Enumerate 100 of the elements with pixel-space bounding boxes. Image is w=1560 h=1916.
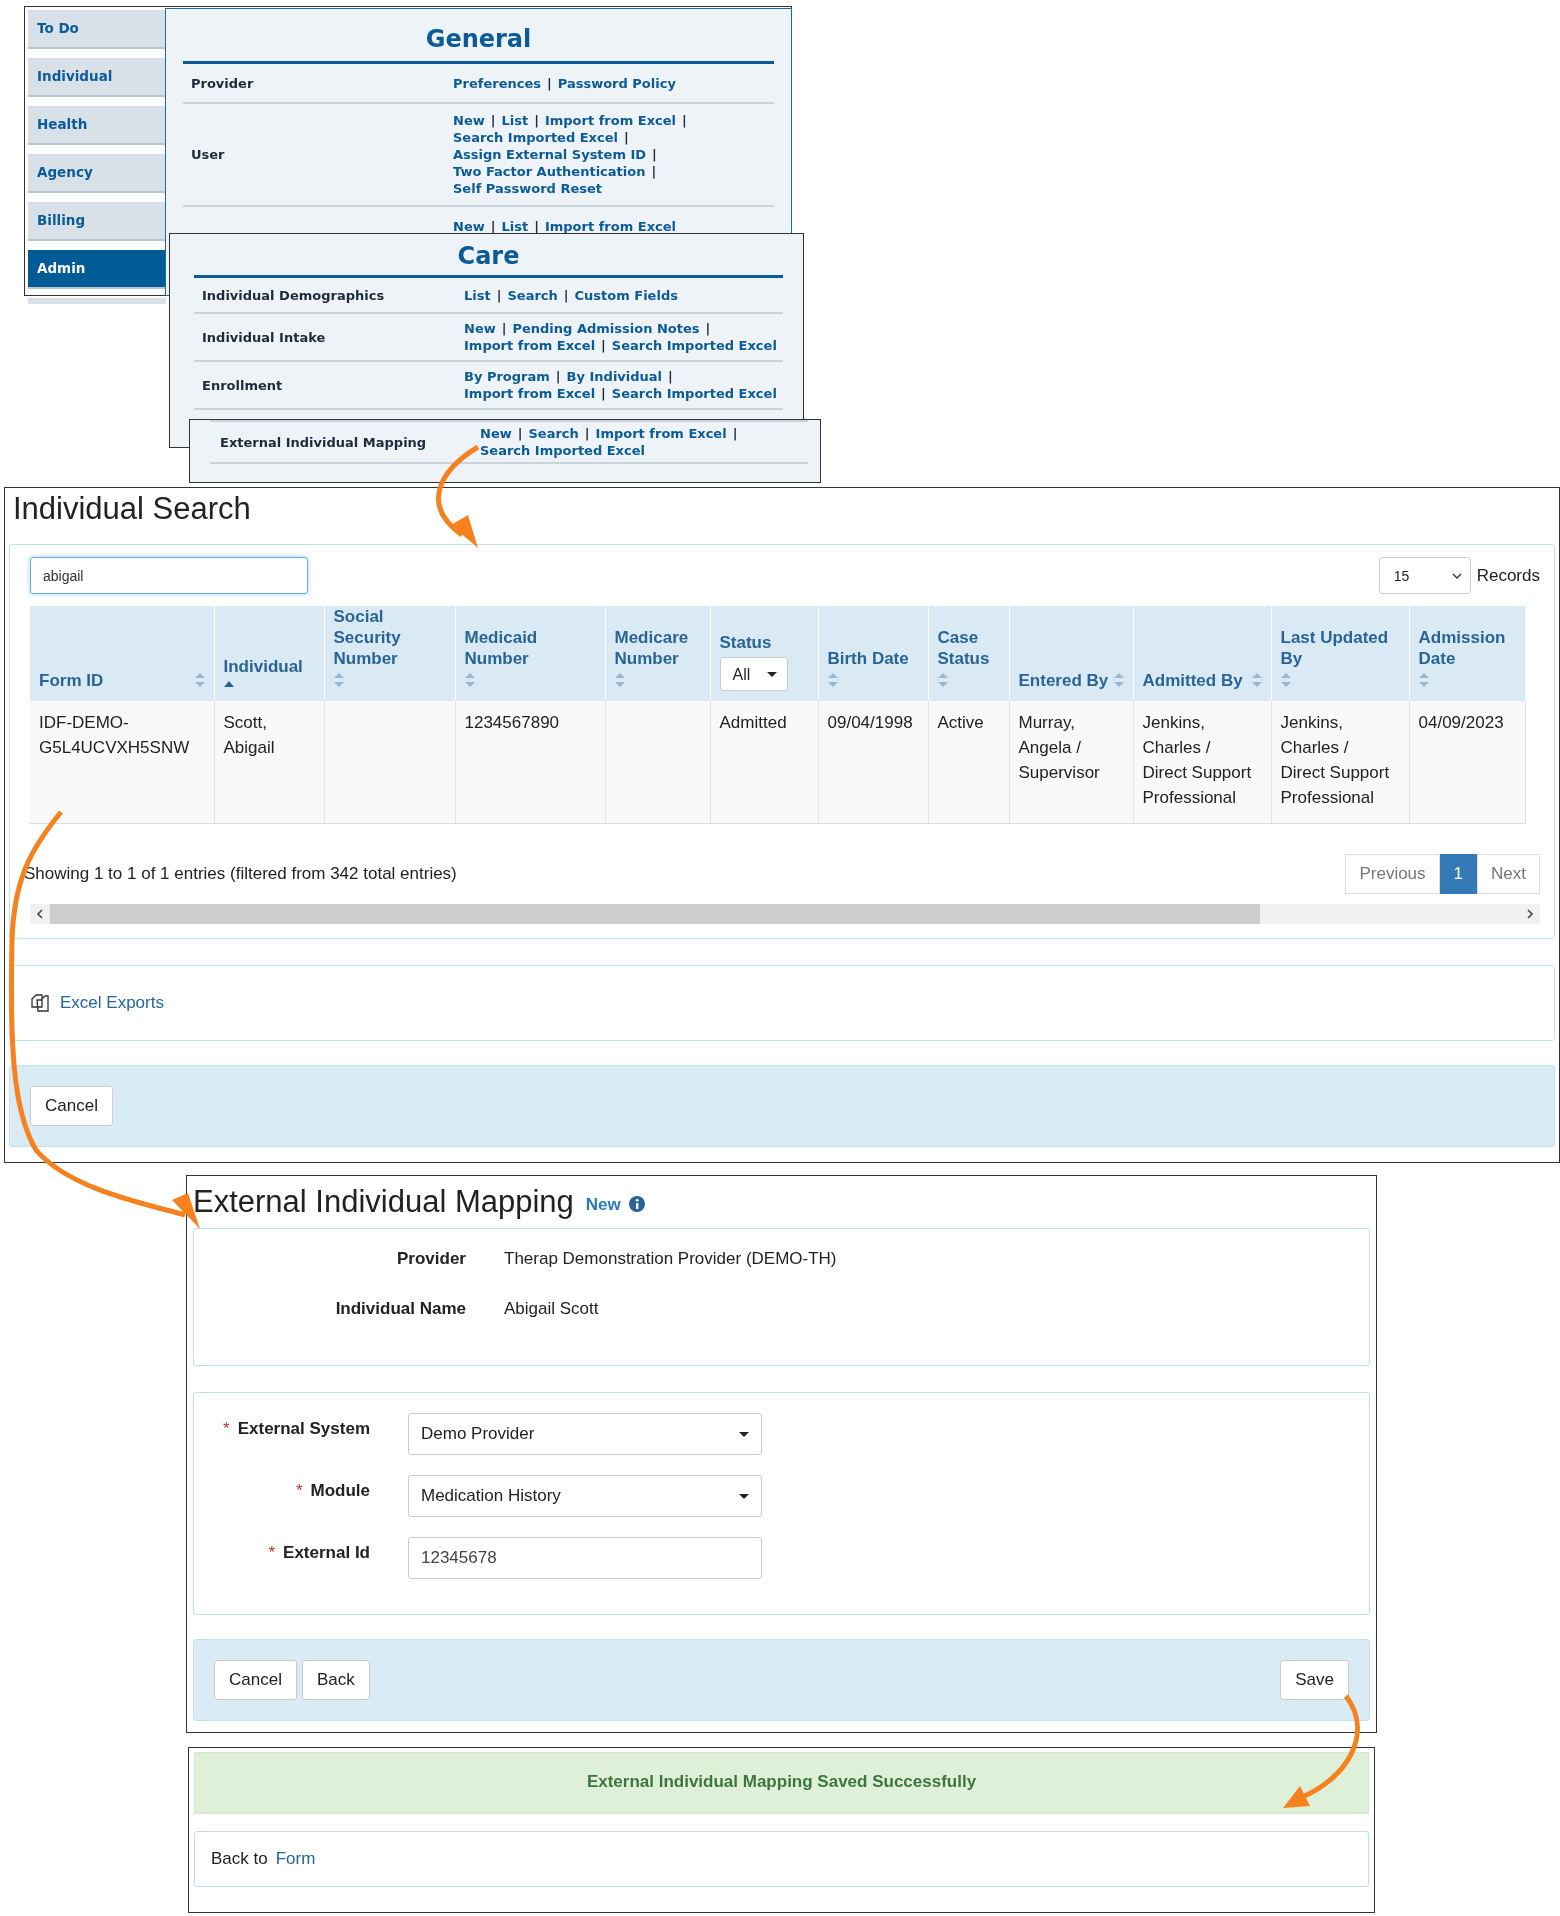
menu-link[interactable]: Search xyxy=(507,287,558,303)
separator: | xyxy=(501,321,507,336)
required-mark: * xyxy=(223,1419,230,1438)
menu-link[interactable]: Password Policy xyxy=(557,75,676,91)
column-header[interactable]: Medicaid Number xyxy=(455,606,605,701)
menu-link[interactable]: Search Imported Excel xyxy=(611,338,777,353)
sort-icon xyxy=(1113,673,1124,687)
menu-link[interactable]: Search Imported Excel xyxy=(480,443,645,458)
menu-link[interactable]: Search Imported Excel xyxy=(453,130,618,145)
nav-tab[interactable]: Billing xyxy=(28,202,166,241)
menu-link[interactable]: List xyxy=(501,218,529,234)
search-field[interactable]: abigail xyxy=(30,557,308,594)
form-button[interactable]: Cancel xyxy=(214,1660,297,1700)
field-label: Module xyxy=(310,1481,370,1500)
menu-link[interactable]: Import from Excel xyxy=(595,426,727,441)
page-size-select[interactable]: 15 xyxy=(1378,557,1471,594)
nav-tab[interactable]: Individual xyxy=(28,58,166,97)
menu-label: External Individual Mapping xyxy=(220,434,427,450)
page-button[interactable]: 1 xyxy=(1439,853,1478,894)
sort-icon xyxy=(333,673,344,687)
panel-title: General xyxy=(183,9,774,64)
column-header[interactable]: Entered By xyxy=(1009,606,1133,701)
separator: | xyxy=(682,113,687,128)
nav-tab[interactable]: Admin xyxy=(28,250,166,289)
form-button[interactable]: Back xyxy=(301,1660,370,1700)
column-header[interactable]: Birth Date xyxy=(818,606,928,701)
menu-link[interactable]: Two Factor Authentication xyxy=(453,164,646,179)
nav-tab[interactable]: Agency xyxy=(28,154,166,193)
excel-exports-link[interactable]: Excel Exports xyxy=(60,992,164,1013)
menu-link[interactable]: Assign External System ID xyxy=(453,147,647,162)
column-header[interactable]: Admitted By xyxy=(1133,606,1271,701)
sort-icon xyxy=(827,673,838,687)
sort-icon xyxy=(614,673,625,687)
separator: | xyxy=(601,386,606,401)
horizontal-scrollbar[interactable] xyxy=(30,903,1540,924)
menu-label: Individual Intake xyxy=(202,329,326,345)
column-header[interactable]: Status All xyxy=(710,606,818,701)
menu-link[interactable]: Search Imported Excel xyxy=(611,386,777,401)
dropdown[interactable]: Medication History xyxy=(408,1475,762,1517)
sort-icon xyxy=(1251,673,1262,687)
menu-link[interactable]: New xyxy=(464,321,496,336)
separator: | xyxy=(601,338,606,353)
menu-link[interactable]: Self Password Reset xyxy=(453,181,603,196)
menu-link[interactable]: Import from Excel xyxy=(464,386,596,401)
column-header[interactable]: Admission Date xyxy=(1409,606,1525,701)
table-cell: Jenkins, Charles / Direct Support Professional xyxy=(1142,713,1252,807)
back-text: Back to xyxy=(211,1849,268,1869)
column-header[interactable]: Case Status xyxy=(928,606,1009,701)
menu-label: Individual Demographics xyxy=(202,287,385,303)
table-cell: IDF-DEMO-G5L4UCVXH5SNW xyxy=(39,713,190,757)
form-link[interactable]: Form xyxy=(275,1849,316,1869)
column-header[interactable]: Individual xyxy=(214,606,324,701)
menu-link[interactable]: Pending Admission Notes xyxy=(512,321,700,336)
dropdown[interactable]: Demo Provider xyxy=(408,1413,762,1455)
menu-link[interactable]: New xyxy=(453,113,485,128)
page-button[interactable]: Previous xyxy=(1345,853,1440,894)
status-filter-select[interactable]: All xyxy=(719,657,788,691)
records-label: Records xyxy=(1476,565,1540,586)
info-icon[interactable] xyxy=(628,1196,645,1212)
menu-link[interactable]: List xyxy=(501,113,529,128)
save-button[interactable]: Save xyxy=(1280,1660,1349,1700)
sort-icon xyxy=(464,673,475,687)
table-cell: 1234567890 xyxy=(464,713,560,732)
menu-link[interactable]: Custom Fields xyxy=(574,287,678,303)
column-header[interactable]: Last Updated By xyxy=(1271,606,1409,701)
input-field[interactable]: 12345678 xyxy=(408,1537,762,1579)
table-cell: Admitted xyxy=(719,713,787,732)
separator: | xyxy=(624,130,629,145)
detail-value: Abigail Scott xyxy=(504,1299,599,1319)
menu-link[interactable]: List xyxy=(464,287,491,303)
menu-link[interactable]: Search xyxy=(528,426,579,441)
table-cell: Active xyxy=(937,713,984,732)
separator: | xyxy=(705,321,711,336)
page-title: Individual Search xyxy=(12,490,252,528)
table-cell: 09/04/1998 xyxy=(827,713,913,732)
column-header[interactable]: Medicare Number xyxy=(605,606,710,701)
required-mark: * xyxy=(268,1543,276,1562)
menu-link[interactable]: By Program xyxy=(464,369,550,384)
nav-tab[interactable]: Health xyxy=(28,106,166,145)
column-header[interactable]: Form ID xyxy=(30,606,214,701)
sort-icon xyxy=(937,673,948,687)
chevron-left-icon[interactable] xyxy=(36,908,44,919)
menu-link[interactable]: Preferences xyxy=(453,75,541,91)
page-button[interactable]: Next xyxy=(1477,853,1540,894)
nav-tab[interactable]: To Do xyxy=(28,10,166,49)
separator: | xyxy=(668,369,673,384)
chevron-down-icon xyxy=(1451,572,1462,579)
menu-link[interactable]: New xyxy=(480,426,512,441)
menu-link[interactable]: Import from Excel xyxy=(544,113,676,128)
separator: | xyxy=(534,113,539,128)
menu-link[interactable]: Import from Excel xyxy=(464,338,596,353)
menu-link[interactable]: Import from Excel xyxy=(544,218,676,234)
detail-label: Provider xyxy=(396,1249,466,1269)
menu-label: Provider xyxy=(191,75,254,91)
success-message: External Individual Mapping Saved Successfully xyxy=(586,1772,977,1791)
menu-link[interactable]: New xyxy=(453,218,485,234)
cancel-button[interactable]: Cancel xyxy=(30,1085,113,1126)
menu-link[interactable]: By Individual xyxy=(566,369,663,384)
column-header[interactable]: Social Security Number xyxy=(324,606,455,701)
chevron-right-icon[interactable] xyxy=(1526,908,1534,919)
